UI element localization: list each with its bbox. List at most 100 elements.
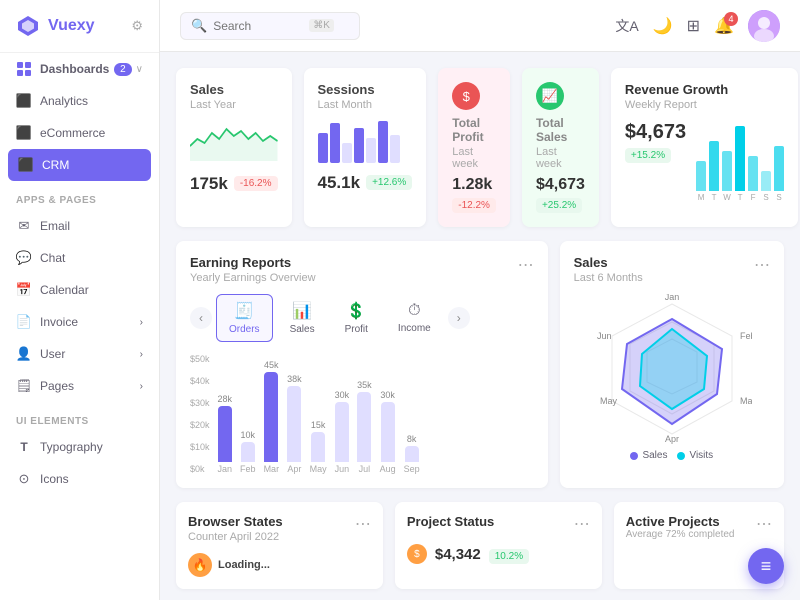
logo[interactable]: Vuexy ⚙ [0,0,159,53]
earning-card-title: Earning Reports [190,255,316,270]
sidebar-item-user[interactable]: 👤 User › [0,338,159,370]
project-status-card: Project Status ⋯ $ $4,342 10.2% [395,502,602,589]
sales-radar-card: Sales Last 6 Months ⋯ Jan Feb [560,241,784,488]
ecommerce-icon: ⬛ [16,125,32,141]
notification-badge: 4 [724,12,738,26]
earning-tabs: ‹ 🧾 Orders 📊 Sales 💲 Profit ⏱ [190,294,534,342]
day-label-s: S [761,193,771,202]
avatar[interactable] [748,10,780,42]
search-input[interactable] [213,19,303,33]
dashboards-nav[interactable]: Dashboards 2 ∨ [0,53,159,85]
analytics-icon: ⬛ [16,93,32,109]
day-label-w: W [722,193,732,202]
sidebar-item-invoice[interactable]: 📄 Invoice › [0,306,159,338]
sales-wave-chart [190,111,278,161]
active-projects-sub: Average 72% completed [626,529,735,540]
sidebar-item-chat[interactable]: 💬 Chat [0,242,159,274]
rev-bar-2 [722,151,732,191]
total-sales-card-title: Total Sales [536,116,585,144]
sidebar-item-label: CRM [42,158,69,172]
revenue-card-sub: Weekly Report [625,99,728,111]
ui-elements-section: UI ELEMENTS [0,402,159,431]
project-status-menu-icon[interactable]: ⋯ [574,514,590,534]
browser-states-sub: Counter April 2022 [188,531,283,543]
browser-states-header: Browser States Counter April 2022 ⋯ [188,514,371,543]
tab-sales[interactable]: 📊 Sales [277,294,328,342]
radar-chart: Jan Feb Mar Apr May Jun [592,294,752,444]
tab-prev-button[interactable]: ‹ [190,307,212,329]
browser-states-chart-row: 🔥 Loading... [188,553,371,577]
bar-columns: 28k Jan 10k Feb 45k [218,354,534,474]
svg-text:Mar: Mar [740,396,752,406]
bar-may: 15k May [310,420,327,474]
session-bar-1 [318,133,328,163]
sidebar-item-label: Email [40,219,70,233]
sales-tab-icon: 📊 [292,301,312,321]
session-bar-3 [342,143,352,163]
chevron-right-icon: › [140,381,143,392]
browser-states-menu-icon[interactable]: ⋯ [355,514,371,534]
chevron-down-icon: ∨ [136,64,143,75]
rev-bar-1 [709,141,719,191]
tab-income[interactable]: ⏱ Income [385,295,444,341]
svg-text:Jun: Jun [597,331,612,341]
y-label-10k: $10k [190,442,210,452]
grid-view-icon[interactable]: ⊞ [687,16,700,36]
translate-icon[interactable]: 文A [615,16,638,36]
total-sales-card-period: Last week [536,146,585,170]
svg-text:Jan: Jan [665,294,680,302]
settings-icon[interactable]: ⚙ [131,18,143,34]
browser-states-info: Loading... [218,559,371,571]
day-label-m: M [696,193,706,202]
day-label-s2: S [774,193,784,202]
revenue-bars-chart [696,121,784,191]
sidebar-item-email[interactable]: ✉ Email [0,210,159,242]
rev-bar-6 [774,146,784,191]
bar-sep: 8k Sep [404,434,420,474]
legend-visits: Visits [677,450,713,461]
sidebar-item-icons[interactable]: ⊙ Icons [0,463,159,495]
typography-icon: T [16,439,32,455]
sidebar-item-ecommerce[interactable]: ⬛ eCommerce [0,117,159,149]
sales-radar-menu-icon[interactable]: ⋯ [754,255,770,275]
sidebar-item-pages[interactable]: 🗒 Pages › [0,370,159,402]
sidebar-item-analytics[interactable]: ⬛ Analytics [0,85,159,117]
profit-card-period: Last week [452,146,496,170]
sales-radar-sub: Last 6 Months [574,272,643,284]
sales-card-period: Last Year [190,99,278,111]
total-sales-card-value: $4,673 [536,176,585,194]
sidebar-item-label: Analytics [40,94,88,108]
tab-orders[interactable]: 🧾 Orders [216,294,273,342]
profit-stat-card: $ Total Profit Last week 1.28k -12.2% [438,68,510,227]
sidebar-item-calendar[interactable]: 📅 Calendar [0,274,159,306]
apps-pages-section: APPS & PAGES [0,181,159,210]
sales-card-value: 175k [190,174,228,194]
search-box[interactable]: 🔍 ⌘K [180,12,360,40]
main-content: 🔍 ⌘K 文A 🌙 ⊞ 🔔 4 Sales Last Year [160,0,800,600]
notifications-icon[interactable]: 🔔 4 [714,16,734,36]
sales-stat-card: Sales Last Year 175k -16.2% [176,68,292,227]
legend-visits-dot [677,452,685,460]
crm-icon: ⬛ [18,157,34,173]
tab-next-button[interactable]: › [448,307,470,329]
tab-profit[interactable]: 💲 Profit [332,294,381,342]
logo-text: Vuexy [48,17,95,35]
fab-button[interactable]: ≡ [748,548,784,584]
sessions-card-period: Last Month [318,99,413,111]
sidebar-item-label: eCommerce [40,126,105,140]
sessions-card-badge: +12.6% [366,175,412,190]
sessions-card-title: Sessions [318,82,413,97]
active-projects-menu-icon[interactable]: ⋯ [756,514,772,534]
active-projects-title: Active Projects [626,514,735,529]
dark-mode-icon[interactable]: 🌙 [653,16,673,36]
earning-menu-icon[interactable]: ⋯ [518,255,534,275]
header: 🔍 ⌘K 文A 🌙 ⊞ 🔔 4 [160,0,800,52]
chat-icon: 💬 [16,250,32,266]
orange-circle-icon: $ [407,544,427,564]
y-axis: $50k $40k $30k $20k $10k $0k [190,354,214,474]
sidebar-item-crm[interactable]: ⬛ CRM [8,149,151,181]
search-icon: 🔍 [191,18,207,34]
user-icon: 👤 [16,346,32,362]
sidebar-item-typography[interactable]: T Typography [0,431,159,463]
bar-apr: 38k Apr [287,374,302,474]
